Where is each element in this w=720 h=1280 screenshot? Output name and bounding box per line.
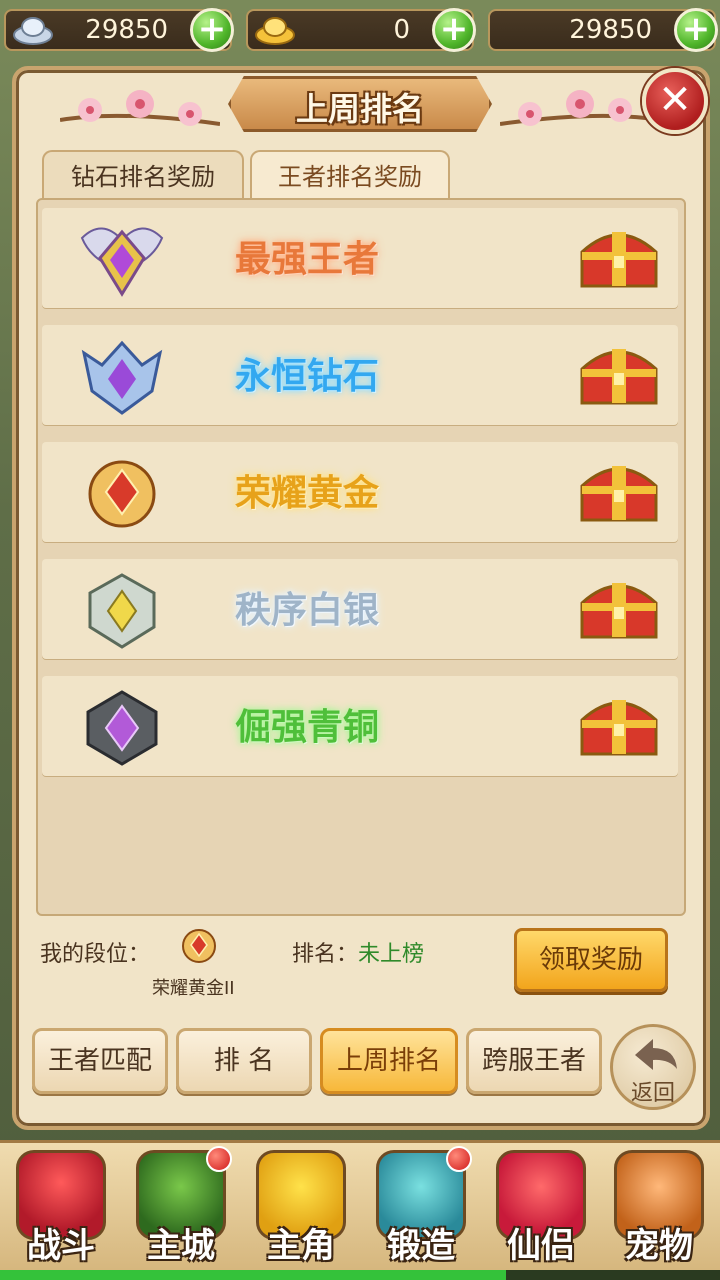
rank-name: 倔强青铜 <box>234 707 379 748</box>
currency-gold: 0 + <box>246 8 476 52</box>
currency-value: 29850 <box>85 15 168 45</box>
gold-badge-icon <box>182 929 216 963</box>
menu-label: 宠物 <box>625 1226 693 1266</box>
add-gold-button[interactable]: + <box>432 8 476 52</box>
flower-decoration-icon <box>60 90 220 126</box>
claim-reward-button[interactable]: 领取奖励 <box>514 928 668 992</box>
notification-dot <box>446 1146 472 1172</box>
bronze-badge-icon <box>86 690 158 766</box>
close-button[interactable]: ✕ <box>642 68 708 134</box>
rank-row: 倔强青铜 <box>42 676 678 776</box>
menu-forge[interactable]: 锻造 <box>366 1146 476 1266</box>
currency-silver: 29850 + <box>4 8 234 52</box>
menu-partner[interactable]: 仙侣 <box>486 1146 596 1266</box>
my-tier-name: 荣耀黄金II <box>152 978 235 999</box>
diamond-badge-icon <box>81 340 163 415</box>
menu-hero[interactable]: 主角 <box>246 1146 356 1266</box>
treasure-chest-icon[interactable] <box>576 690 662 762</box>
menu-label: 主角 <box>267 1226 335 1266</box>
currency-value: 0 <box>393 15 410 45</box>
silver-ingot-icon <box>13 17 53 45</box>
menu-main-city[interactable]: 主城 <box>126 1146 236 1266</box>
notification-dot <box>206 1146 232 1172</box>
flower-decoration-icon <box>500 90 660 126</box>
silver-badge-icon <box>88 573 156 649</box>
king-badge-icon <box>80 227 164 297</box>
menu-label: 主城 <box>147 1226 215 1266</box>
rank-name: 永恒钻石 <box>234 356 379 397</box>
currency-value: 29850 <box>569 15 652 45</box>
nav-king-match-button[interactable]: 王者匹配 <box>32 1028 168 1094</box>
rank-value: 未上榜 <box>358 942 425 967</box>
rank-row: 秩序白银 <box>42 559 678 659</box>
back-button[interactable]: 返回 <box>610 1024 696 1110</box>
menu-pet[interactable]: 宠物 <box>604 1146 714 1266</box>
menu-battle[interactable]: 战斗 <box>6 1146 116 1266</box>
rank-row: 永恒钻石 <box>42 325 678 425</box>
my-tier-label: 我的段位： <box>40 942 151 967</box>
tab-king-rewards[interactable]: 王者排名奖励 <box>250 150 450 200</box>
back-label: 返回 <box>630 1081 675 1106</box>
back-arrow-icon <box>635 1039 677 1070</box>
experience-bar-track <box>506 1270 720 1280</box>
gold-badge-icon <box>88 460 156 528</box>
nav-cross-server-king-button[interactable]: 跨服王者 <box>466 1028 602 1094</box>
rank-name: 最强王者 <box>234 239 379 280</box>
treasure-chest-icon[interactable] <box>576 222 662 294</box>
treasure-chest-icon[interactable] <box>576 573 662 645</box>
treasure-chest-icon[interactable] <box>576 339 662 411</box>
menu-label: 锻造 <box>387 1226 455 1266</box>
rank-info: 排名：未上榜 <box>292 936 424 968</box>
rank-name: 荣耀黄金 <box>234 473 379 514</box>
rank-row: 荣耀黄金 <box>42 442 678 542</box>
add-currency-button[interactable]: + <box>674 8 718 52</box>
rank-label: 排名： <box>292 942 359 967</box>
tab-diamond-rewards[interactable]: 钻石排名奖励 <box>42 150 244 200</box>
nav-ranking-button[interactable]: 排 名 <box>176 1028 312 1094</box>
experience-bar-fill <box>0 1270 506 1280</box>
gold-ingot-icon <box>255 17 295 45</box>
menu-label: 仙侣 <box>507 1226 575 1266</box>
panel-title: 上周排名 <box>295 90 424 128</box>
nav-last-week-ranking-button[interactable]: 上周排名 <box>320 1028 458 1094</box>
rank-name: 秩序白银 <box>234 590 379 631</box>
menu-label: 战斗 <box>27 1226 95 1266</box>
treasure-chest-icon[interactable] <box>576 456 662 528</box>
currency-third: 29850 + <box>488 8 718 52</box>
add-silver-button[interactable]: + <box>190 8 234 52</box>
currency-bar: 29850 + 0 + 29850 + <box>0 0 720 56</box>
rank-row: 最强王者 <box>42 208 678 308</box>
